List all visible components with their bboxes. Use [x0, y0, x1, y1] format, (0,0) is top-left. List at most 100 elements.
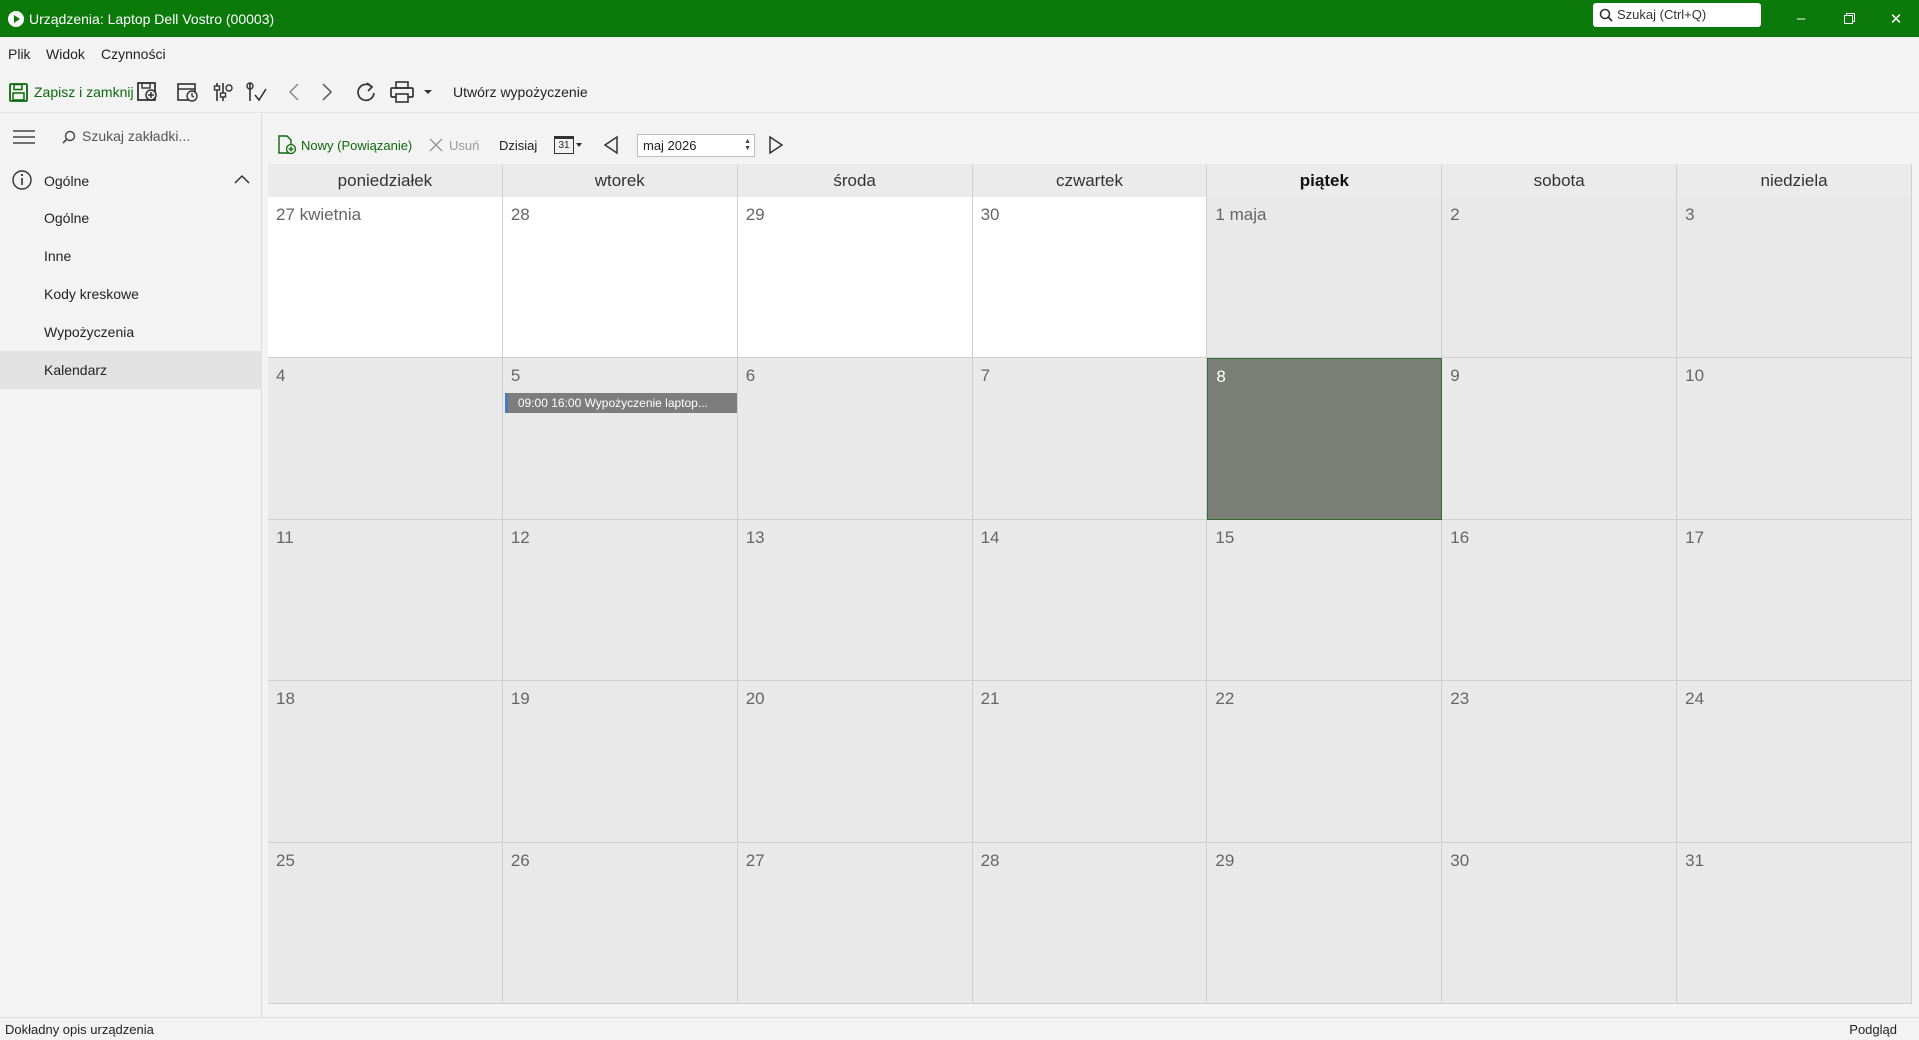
menu-file[interactable]: Plik	[8, 46, 31, 62]
calendar-day-cell[interactable]: 28	[502, 197, 738, 359]
restore-button[interactable]	[1826, 0, 1872, 37]
calendar-day-cell[interactable]: 29	[737, 197, 973, 359]
calendar-day-cell[interactable]: 13	[737, 519, 973, 682]
calendar-day-cell[interactable]: 28	[972, 842, 1208, 1004]
calendar-day-cell[interactable]: 6	[737, 358, 973, 520]
sidebar-item-other[interactable]: Inne	[0, 237, 262, 275]
calendar-day-cell[interactable]: 30	[1442, 842, 1678, 1004]
calendar-day-cell[interactable]: 9	[1442, 358, 1678, 520]
tab-search-placeholder: Szukaj zakładki...	[82, 128, 191, 144]
sidebar-group-general[interactable]: Ogólne	[0, 161, 262, 197]
refresh-button[interactable]	[355, 79, 377, 105]
minimize-icon: –	[1796, 10, 1806, 27]
calendar-day-cell[interactable]: 15	[1207, 519, 1443, 682]
day-number: 9	[1450, 366, 1460, 386]
next-month-button[interactable]	[767, 132, 785, 158]
global-search-input[interactable]: Szukaj (Ctrl+Q)	[1593, 3, 1761, 27]
calendar-day-cell[interactable]: 2	[1442, 197, 1678, 359]
month-picker[interactable]: maj 2026 ▲ ▼	[637, 134, 755, 157]
calendar-day-cell[interactable]: 14	[972, 519, 1208, 682]
calendar-day-cell[interactable]: 12	[502, 519, 738, 682]
day-number: 17	[1685, 527, 1705, 547]
calendar-day-cell[interactable]: 16	[1442, 519, 1678, 682]
today-button[interactable]: Dzisiaj	[499, 132, 537, 158]
tools-icon	[213, 83, 233, 101]
calendar-event[interactable]: 09:00 16:00 Wypożyczenie laptop...	[504, 393, 737, 414]
calendar-day-cell[interactable]: 26	[502, 842, 738, 1004]
sidebar-item-general[interactable]: Ogólne	[0, 199, 262, 237]
month-calendar: poniedziałek wtorek środa czwartek piątek sob…	[268, 164, 1912, 1004]
calendar-clock-icon	[177, 83, 198, 102]
create-rental-button[interactable]: Utwórz wypożyczenie	[453, 79, 588, 105]
calendar-day-cell[interactable]: 31	[1677, 842, 1912, 1004]
delete-x-icon	[429, 138, 443, 152]
calendar-day-cell[interactable]: 22	[1207, 681, 1443, 843]
previous-record-button[interactable]	[287, 79, 301, 105]
calendar-day-cell[interactable]: 23	[1442, 681, 1678, 843]
save-new-button[interactable]	[137, 79, 159, 105]
sidebar-item-barcodes[interactable]: Kody kreskowe	[0, 275, 262, 313]
calendar-day-cell[interactable]: 11	[268, 519, 503, 682]
search-icon	[1599, 8, 1613, 22]
chevron-right-icon	[322, 83, 333, 101]
tab-search-input[interactable]: Szukaj zakładki...	[62, 128, 190, 144]
print-button[interactable]	[390, 79, 414, 105]
chevron-up-icon	[234, 174, 250, 184]
wrench-check-icon	[246, 82, 267, 102]
calendar-day-cell[interactable]: 19	[502, 681, 738, 843]
calendar-day-cell[interactable]: 27 kwietnia	[268, 197, 503, 359]
schedule-button[interactable]	[177, 79, 199, 105]
close-button[interactable]: ✕	[1873, 0, 1919, 37]
calendar-day-cell[interactable]: 5 09:00 16:00 Wypożyczenie laptop...	[502, 358, 738, 520]
calendar-view-button[interactable]: 31	[554, 132, 582, 158]
day-number: 20	[745, 689, 765, 709]
print-dropdown-button[interactable]	[424, 79, 432, 105]
save-close-button[interactable]: Zapisz i zamknij	[9, 79, 134, 105]
caret-down-icon	[424, 90, 432, 94]
day-number: 28	[510, 205, 530, 224]
calendar-day-cell[interactable]: 1 maja	[1207, 197, 1443, 359]
day-number: 30	[980, 205, 1000, 224]
weekday-header: środa	[737, 164, 973, 197]
minimize-button[interactable]: –	[1778, 0, 1824, 37]
check-button[interactable]	[245, 79, 267, 105]
sidebar-item-calendar[interactable]: Kalendarz	[0, 351, 262, 389]
calendar-day-cell[interactable]: 7	[972, 358, 1208, 520]
calendar-day-cell[interactable]: 8	[1207, 358, 1443, 520]
delete-button[interactable]: Usuń	[428, 132, 479, 158]
calendar-day-cell[interactable]: 27	[737, 842, 973, 1004]
calendar-day-cell[interactable]: 25	[268, 842, 503, 1004]
hamburger-button[interactable]	[13, 130, 35, 149]
weekday-header: niedziela	[1677, 164, 1912, 197]
restore-icon	[1843, 13, 1855, 24]
new-link-button[interactable]: Nowy (Powiązanie)	[277, 132, 412, 158]
chevron-left-icon	[288, 83, 299, 101]
previous-month-button[interactable]	[602, 132, 620, 158]
day-number: 12	[510, 527, 530, 547]
menu-bar: Plik Widok Czynności	[0, 37, 1919, 71]
calendar-day-cell[interactable]: 4	[268, 358, 503, 520]
settings-button[interactable]	[212, 79, 234, 105]
calendar-day-cell[interactable]: 30	[972, 197, 1208, 359]
calendar-day-cell[interactable]: 3	[1677, 197, 1912, 359]
calendar-day-cell[interactable]: 29	[1207, 842, 1443, 1004]
menu-view[interactable]: Widok	[46, 46, 85, 62]
calendar-day-cell[interactable]: 17	[1677, 519, 1912, 682]
calendar-day-cell[interactable]: 20	[737, 681, 973, 843]
menu-actions[interactable]: Czynności	[101, 46, 166, 62]
info-icon	[12, 170, 32, 190]
day-number: 27 kwietnia	[276, 205, 362, 224]
month-spinner[interactable]: ▲ ▼	[744, 138, 751, 152]
day-number: 28	[980, 850, 1000, 870]
weekday-header: piątek	[1207, 164, 1443, 197]
sidebar-item-rentals[interactable]: Wypożyczenia	[0, 313, 262, 351]
close-icon: ✕	[1889, 10, 1903, 28]
weekday-header: poniedziałek	[268, 164, 503, 197]
calendar-day-cell[interactable]: 24	[1677, 681, 1912, 843]
calendar-day-cell[interactable]: 18	[268, 681, 503, 843]
calendar-day-cell[interactable]: 10	[1677, 358, 1912, 520]
calendar-day-cell[interactable]: 21	[972, 681, 1208, 843]
next-record-button[interactable]	[320, 79, 334, 105]
delete-label: Usuń	[449, 137, 480, 153]
triangle-right-icon	[769, 135, 784, 155]
